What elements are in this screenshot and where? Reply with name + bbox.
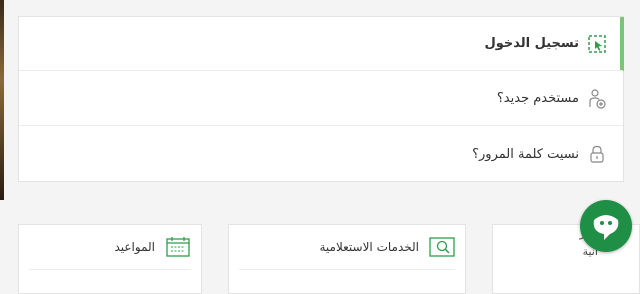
lock-icon [587, 144, 607, 164]
login-label: تسجيل الدخول [484, 36, 579, 51]
new-user-label: مستخدم جديد؟ [496, 91, 579, 106]
cursor-select-icon [587, 34, 607, 54]
search-document-icon [429, 236, 455, 258]
new-user-menu-item[interactable]: مستخدم جديد؟ [19, 72, 623, 126]
forgot-password-menu-item[interactable]: نسيت كلمة المرور؟ [19, 127, 623, 181]
service-cards: المواعيد الخدمات الاستعلامية "اٍلاثر "ان… [0, 224, 640, 294]
add-user-icon [587, 88, 607, 109]
chat-assistant-button[interactable] [580, 200, 632, 252]
calendar-icon [165, 236, 191, 258]
card-divider [239, 269, 455, 270]
forgot-password-label: نسيت كلمة المرور؟ [472, 146, 579, 162]
inquiry-services-card[interactable]: الخدمات الاستعلامية [228, 224, 466, 294]
login-menu-item[interactable]: تسجيل الدخول [19, 17, 623, 71]
inquiry-services-label: الخدمات الاستعلامية [319, 240, 419, 254]
appointments-card[interactable]: المواعيد [18, 224, 202, 294]
appointments-label: المواعيد [114, 240, 155, 254]
account-menu-panel: تسجيل الدخول مستخدم جديد؟ نسيت كلمة المر… [18, 16, 624, 182]
chat-bubble-icon [593, 215, 619, 240]
card-divider [29, 269, 191, 270]
background-edge [0, 0, 4, 200]
